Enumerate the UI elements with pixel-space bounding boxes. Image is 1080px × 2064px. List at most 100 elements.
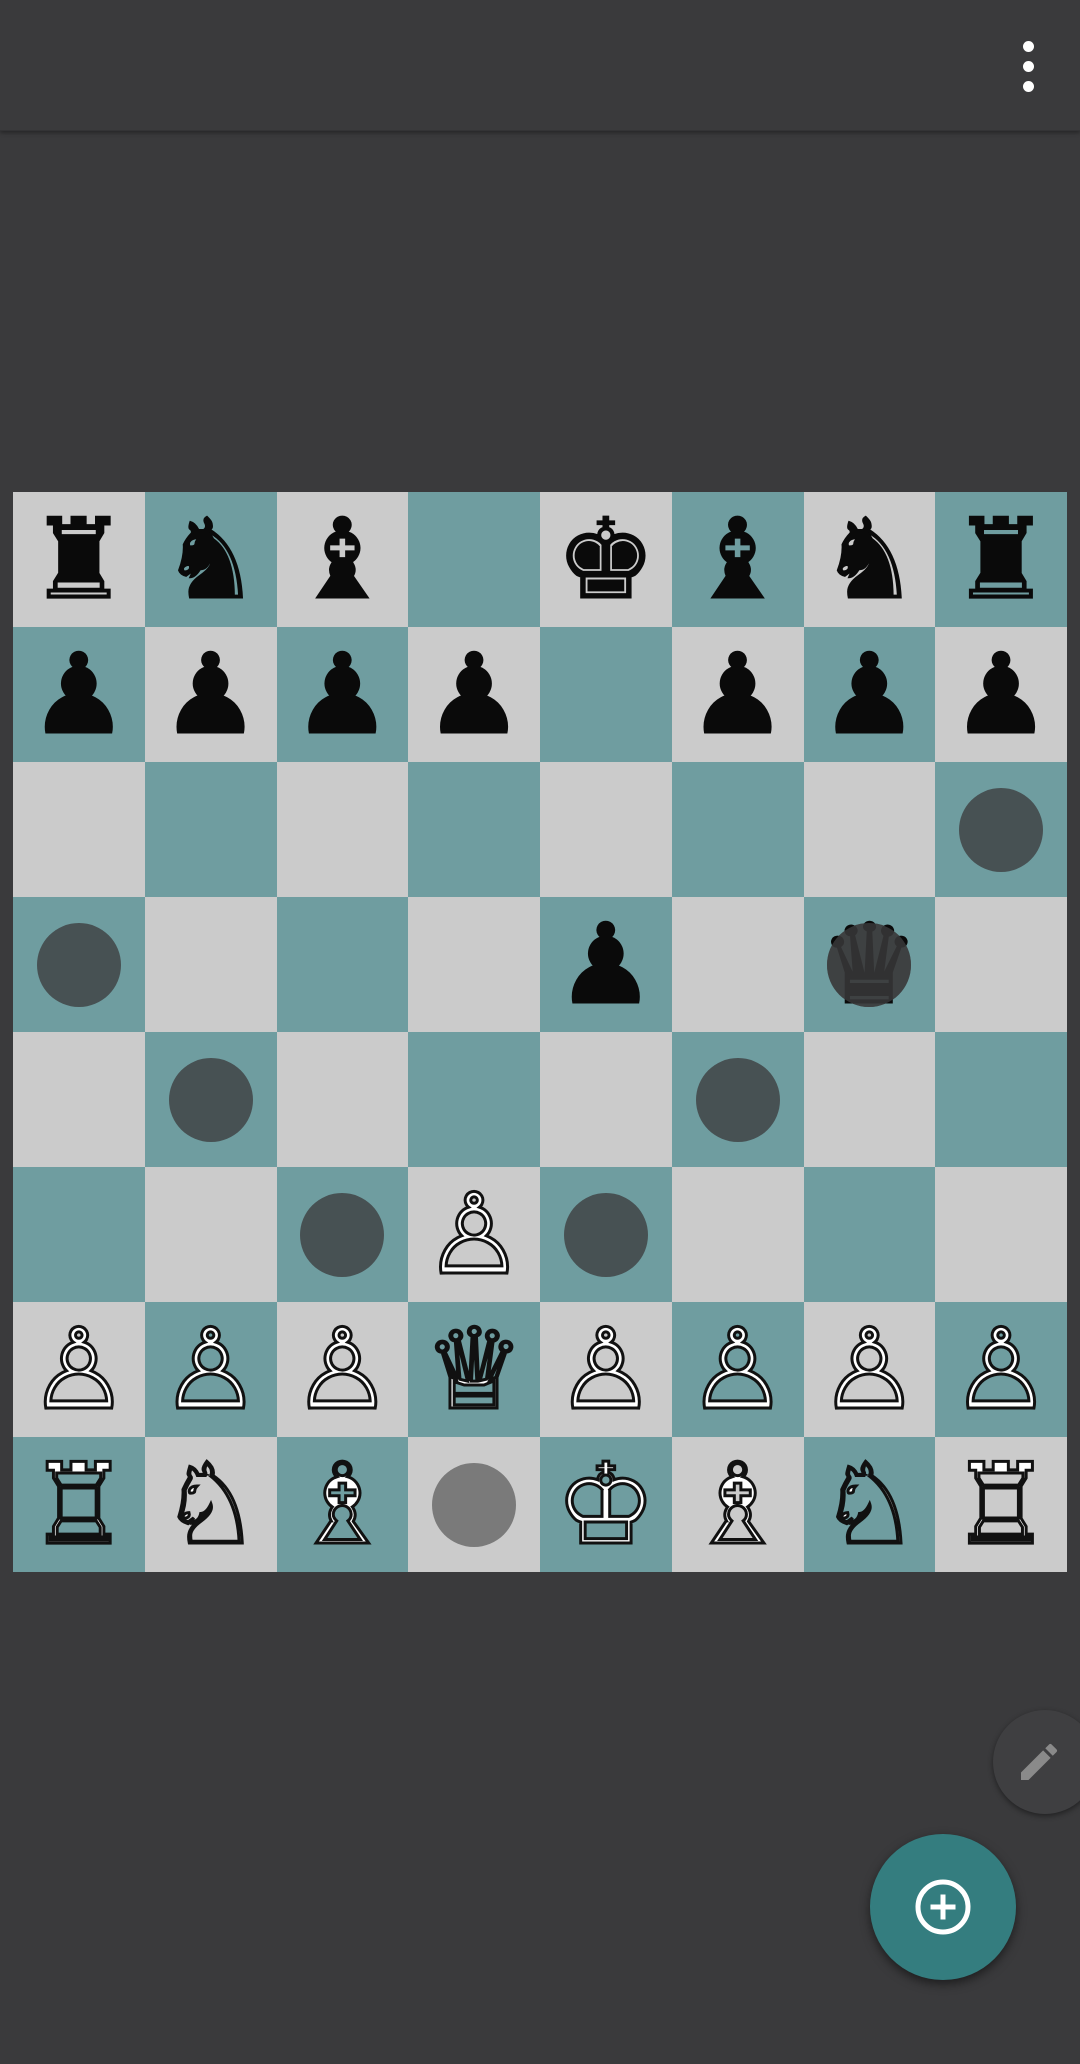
square-g4[interactable] <box>803 1032 936 1167</box>
square-e7[interactable] <box>540 627 672 762</box>
square-f3[interactable] <box>671 1167 804 1302</box>
move-target-dot[interactable] <box>300 1192 385 1277</box>
square-a8[interactable]: ♜ <box>13 492 145 627</box>
piece-c2[interactable]: ♙ <box>291 1312 394 1427</box>
piece-h1[interactable]: ♖ <box>949 1447 1052 1562</box>
piece-a1[interactable]: ♖ <box>27 1447 130 1562</box>
square-h5[interactable] <box>935 897 1067 1032</box>
square-d2[interactable]: ♕ <box>408 1302 540 1437</box>
piece-e8[interactable]: ♚ <box>555 503 656 616</box>
square-h3[interactable] <box>935 1167 1067 1302</box>
piece-f1[interactable]: ♗ <box>686 1447 789 1562</box>
square-g1[interactable]: ♘ <box>803 1437 936 1572</box>
piece-d2[interactable]: ♕ <box>422 1312 525 1427</box>
more-options-button[interactable] <box>998 28 1058 104</box>
square-d4[interactable] <box>408 1032 540 1167</box>
square-d3[interactable]: ♙ <box>408 1167 540 1302</box>
square-b6[interactable] <box>144 762 277 897</box>
square-g5[interactable]: ♛ <box>803 897 936 1032</box>
move-target-dot[interactable] <box>168 1057 253 1142</box>
move-target-dot[interactable] <box>959 787 1044 872</box>
piece-f2[interactable]: ♙ <box>686 1312 789 1427</box>
square-d8[interactable] <box>408 492 540 627</box>
piece-g2[interactable]: ♙ <box>818 1312 921 1427</box>
piece-b8[interactable]: ♞ <box>160 503 261 616</box>
square-a2[interactable]: ♙ <box>13 1302 145 1437</box>
square-b5[interactable] <box>144 897 277 1032</box>
piece-e2[interactable]: ♙ <box>554 1312 657 1427</box>
square-a1[interactable]: ♖ <box>13 1437 145 1572</box>
square-e4[interactable] <box>540 1032 672 1167</box>
square-d1[interactable] <box>408 1437 540 1572</box>
square-h7[interactable]: ♟ <box>935 627 1067 762</box>
square-b3[interactable] <box>144 1167 277 1302</box>
square-h2[interactable]: ♙ <box>935 1302 1067 1437</box>
square-d5[interactable] <box>408 897 540 1032</box>
piece-a2[interactable]: ♙ <box>27 1312 130 1427</box>
square-c7[interactable]: ♟ <box>276 627 409 762</box>
piece-b2[interactable]: ♙ <box>159 1312 262 1427</box>
piece-g1[interactable]: ♘ <box>818 1447 921 1562</box>
piece-d7[interactable]: ♟ <box>423 638 524 751</box>
move-target-dot[interactable] <box>827 922 912 1007</box>
square-b1[interactable]: ♘ <box>144 1437 277 1572</box>
piece-a8[interactable]: ♜ <box>28 503 129 616</box>
square-g7[interactable]: ♟ <box>803 627 936 762</box>
square-f7[interactable]: ♟ <box>671 627 804 762</box>
square-a3[interactable] <box>13 1167 145 1302</box>
piece-b7[interactable]: ♟ <box>160 638 261 751</box>
square-e6[interactable] <box>540 762 672 897</box>
square-h4[interactable] <box>935 1032 1067 1167</box>
square-f5[interactable] <box>671 897 804 1032</box>
piece-e5[interactable]: ♟ <box>555 908 656 1021</box>
piece-d3[interactable]: ♙ <box>422 1177 525 1292</box>
square-f1[interactable]: ♗ <box>671 1437 804 1572</box>
square-d6[interactable] <box>408 762 540 897</box>
square-e3[interactable] <box>540 1167 672 1302</box>
square-h6[interactable] <box>935 762 1067 897</box>
piece-a7[interactable]: ♟ <box>28 638 129 751</box>
square-e2[interactable]: ♙ <box>540 1302 672 1437</box>
move-target-dot[interactable] <box>563 1192 648 1277</box>
edit-button[interactable] <box>993 1710 1080 1814</box>
move-target-dot[interactable] <box>432 1462 517 1547</box>
piece-c7[interactable]: ♟ <box>292 638 393 751</box>
piece-f8[interactable]: ♝ <box>687 503 788 616</box>
square-f4[interactable] <box>671 1032 804 1167</box>
piece-h8[interactable]: ♜ <box>950 503 1051 616</box>
square-d7[interactable]: ♟ <box>408 627 540 762</box>
square-b8[interactable]: ♞ <box>144 492 277 627</box>
piece-g8[interactable]: ♞ <box>819 503 920 616</box>
square-h8[interactable]: ♜ <box>935 492 1067 627</box>
square-b2[interactable]: ♙ <box>144 1302 277 1437</box>
move-target-dot[interactable] <box>36 922 121 1007</box>
square-e1[interactable]: ♔ <box>540 1437 672 1572</box>
square-a5[interactable] <box>13 897 145 1032</box>
piece-h2[interactable]: ♙ <box>949 1312 1052 1427</box>
square-f8[interactable]: ♝ <box>671 492 804 627</box>
piece-c1[interactable]: ♗ <box>291 1447 394 1562</box>
square-e8[interactable]: ♚ <box>540 492 672 627</box>
square-a7[interactable]: ♟ <box>13 627 145 762</box>
square-b4[interactable] <box>144 1032 277 1167</box>
square-g2[interactable]: ♙ <box>803 1302 936 1437</box>
square-b7[interactable]: ♟ <box>144 627 277 762</box>
square-g3[interactable] <box>803 1167 936 1302</box>
square-f2[interactable]: ♙ <box>671 1302 804 1437</box>
piece-g7[interactable]: ♟ <box>819 638 920 751</box>
square-h1[interactable]: ♖ <box>935 1437 1067 1572</box>
square-g8[interactable]: ♞ <box>803 492 936 627</box>
square-c1[interactable]: ♗ <box>276 1437 409 1572</box>
square-c6[interactable] <box>276 762 409 897</box>
piece-h7[interactable]: ♟ <box>950 638 1051 751</box>
square-f6[interactable] <box>671 762 804 897</box>
square-c2[interactable]: ♙ <box>276 1302 409 1437</box>
square-a6[interactable] <box>13 762 145 897</box>
square-c3[interactable] <box>276 1167 409 1302</box>
square-a4[interactable] <box>13 1032 145 1167</box>
square-g6[interactable] <box>803 762 936 897</box>
piece-e1[interactable]: ♔ <box>554 1447 657 1562</box>
piece-b1[interactable]: ♘ <box>159 1447 262 1562</box>
add-game-button[interactable] <box>870 1834 1016 1980</box>
square-c8[interactable]: ♝ <box>276 492 409 627</box>
